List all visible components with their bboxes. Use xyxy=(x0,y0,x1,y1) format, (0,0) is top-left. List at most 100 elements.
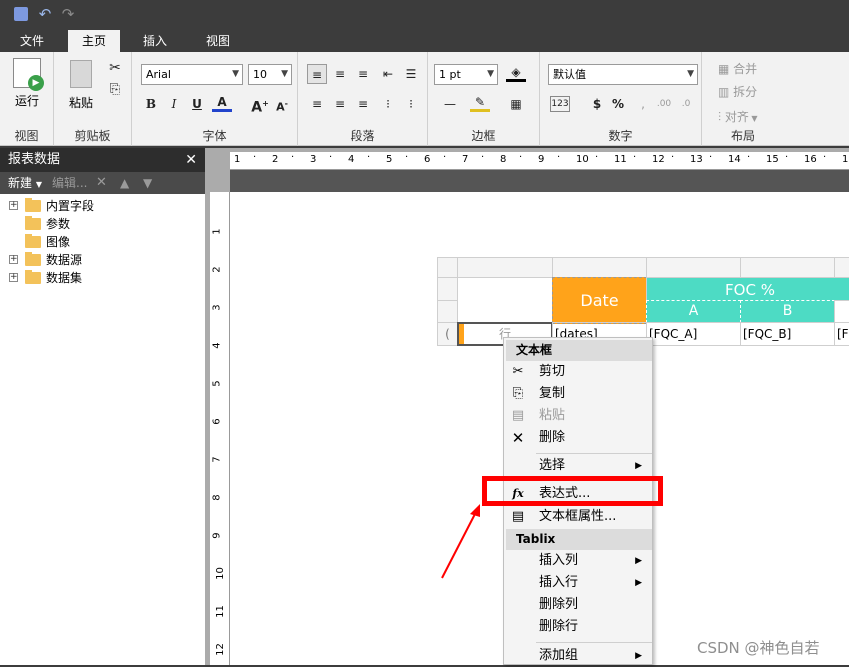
fqc-header-cell[interactable]: FOC % xyxy=(646,277,849,301)
increase-decimal-icon[interactable]: .00 xyxy=(654,94,674,114)
align-center-icon[interactable]: ≡ xyxy=(330,94,350,114)
ruler-number: 3 xyxy=(211,304,223,311)
border-width-select[interactable]: 1 pt ▼ xyxy=(434,64,498,85)
split-button[interactable]: ▥ 拆分 xyxy=(718,83,757,100)
expand-icon[interactable]: + xyxy=(9,273,18,282)
column-handle[interactable] xyxy=(834,257,849,278)
col-a-header-cell[interactable]: A xyxy=(646,300,741,323)
undo-icon[interactable]: ↶ xyxy=(37,6,53,22)
comma-icon[interactable]: , xyxy=(633,94,653,114)
menu-item-delete-row[interactable]: 删除行 xyxy=(504,616,652,638)
column-handle[interactable] xyxy=(457,257,553,278)
bullet-list-icon[interactable]: ⁝ xyxy=(378,94,398,114)
panel-toolbar: 新建 ▼ 编辑... ✕ ▲ ▼ xyxy=(0,172,205,194)
row-group-handle[interactable]: ( xyxy=(437,322,458,346)
align-top-icon[interactable]: ≡ xyxy=(307,64,327,84)
grow-font-icon[interactable]: A+ xyxy=(250,94,270,116)
bold-button[interactable]: B xyxy=(141,94,161,114)
shrink-font-icon[interactable]: A- xyxy=(272,94,292,114)
redo-icon[interactable]: ↷ xyxy=(60,6,76,22)
tab-insert[interactable]: 插入 xyxy=(131,30,179,52)
align-middle-icon[interactable]: ≡ xyxy=(330,64,350,84)
numbered-list-icon[interactable]: ⁝ xyxy=(401,94,421,114)
align-button[interactable]: ⫶ 对齐 ▼ xyxy=(718,108,758,125)
ruler-number: 10 xyxy=(576,154,589,165)
fill-color-icon[interactable]: ◈ xyxy=(506,64,526,82)
fqc-a-field-cell[interactable]: [FQC_A] xyxy=(646,322,741,346)
copy-icon: ⎘ xyxy=(512,386,524,401)
expand-icon[interactable]: + xyxy=(9,255,18,264)
menu-item-cut[interactable]: ✂ 剪切 xyxy=(504,361,652,383)
menu-item-copy[interactable]: ⎘ 复制 xyxy=(504,383,652,405)
menu-item-add-group[interactable]: 添加组 ▶ xyxy=(504,645,652,667)
align-left-icon[interactable]: ≡ xyxy=(307,94,327,114)
border-color-icon[interactable]: ✎ xyxy=(470,94,490,112)
row-handle[interactable] xyxy=(437,277,458,301)
tree-item-images[interactable]: 图像 xyxy=(0,233,205,251)
ruler-number: 9 xyxy=(538,154,545,165)
close-icon[interactable]: ✕ xyxy=(185,148,197,172)
borders-icon[interactable]: ▦ xyxy=(506,94,526,114)
move-up-icon[interactable]: ▲ xyxy=(120,172,129,194)
ruler-number: 7 xyxy=(211,456,223,463)
copy-icon[interactable]: ⎘ xyxy=(105,80,125,100)
tree-item-datasources[interactable]: + 数据源 xyxy=(0,251,205,269)
ruler-number: 11 xyxy=(214,605,226,618)
decrease-decimal-icon[interactable]: .0 xyxy=(676,94,696,114)
run-button[interactable]: ▶ 运行 xyxy=(6,58,48,114)
new-button[interactable]: 新建 ▼ xyxy=(8,172,42,196)
tab-home[interactable]: 主页 xyxy=(68,30,120,52)
menu-item-insert-row[interactable]: 插入行 ▶ xyxy=(504,572,652,594)
font-color-icon[interactable]: A xyxy=(212,94,232,112)
italic-button[interactable]: I xyxy=(164,94,184,114)
number-format-select[interactable]: 默认值 ▼ xyxy=(548,64,698,85)
ruler-number: 1 xyxy=(234,154,241,165)
paste-button[interactable]: 粘贴 xyxy=(64,60,98,116)
move-down-icon[interactable]: ▼ xyxy=(143,172,152,194)
percent-icon[interactable]: % xyxy=(608,94,628,114)
list-icon[interactable]: ☰ xyxy=(401,64,421,84)
cut-icon[interactable]: ✂ xyxy=(105,58,125,78)
tablix[interactable]: ( Date FOC % A B 行 [dates] [FQC_A] [FQC_… xyxy=(437,257,849,347)
save-icon[interactable] xyxy=(14,7,28,21)
menu-item-delete[interactable]: ✕ 删除 xyxy=(504,427,652,449)
group-clipboard: 粘贴 ✂ ⎘ 剪贴板 xyxy=(54,52,132,146)
fqc-b-field-cell[interactable]: [FQC_B] xyxy=(740,322,835,346)
placeholder-icon[interactable]: 123 xyxy=(550,96,570,112)
fqc-c-field-cell[interactable]: [F xyxy=(834,322,849,346)
column-handle[interactable] xyxy=(552,257,647,278)
align-bottom-icon[interactable]: ≡ xyxy=(353,64,373,84)
font-size-select[interactable]: 10 ▼ xyxy=(248,64,292,85)
tablix-corner-handle[interactable] xyxy=(437,257,458,278)
menu-item-textbox-properties[interactable]: ▤ 文本框属性... xyxy=(504,506,652,528)
ruler-number: 11 xyxy=(614,154,627,165)
merge-button[interactable]: ▦ 合并 xyxy=(718,60,757,77)
menu-item-insert-column[interactable]: 插入列 ▶ xyxy=(504,550,652,572)
expand-icon[interactable]: + xyxy=(9,201,18,210)
group-layout: ▦ 合并 ▥ 拆分 ⫶ 对齐 ▼ 布局 xyxy=(702,52,784,146)
menu-item-paste[interactable]: ▤ 粘贴 xyxy=(504,405,652,427)
row-handle[interactable] xyxy=(437,300,458,323)
decrease-indent-icon[interactable]: ⇤ xyxy=(378,64,398,84)
date-header-cell[interactable]: Date xyxy=(552,277,647,324)
currency-icon[interactable]: $ xyxy=(587,94,607,114)
tab-view[interactable]: 视图 xyxy=(194,30,242,52)
underline-button[interactable]: U xyxy=(187,94,207,114)
corner-cell[interactable] xyxy=(457,277,553,324)
border-style-icon[interactable]: — xyxy=(436,94,464,114)
group-label-clipboard: 剪贴板 xyxy=(74,129,111,143)
menu-item-delete-column[interactable]: 删除列 xyxy=(504,594,652,616)
font-name-select[interactable]: Arial ▼ xyxy=(141,64,243,85)
edit-button[interactable]: 编辑... xyxy=(52,172,87,194)
align-right-icon[interactable]: ≡ xyxy=(353,94,373,114)
column-handle[interactable] xyxy=(740,257,835,278)
menu-item-select[interactable]: 选择 ▶ xyxy=(504,455,652,477)
delete-icon[interactable]: ✕ xyxy=(96,172,107,194)
col-c-header-cell[interactable] xyxy=(834,300,849,323)
tree-item-parameters[interactable]: 参数 xyxy=(0,215,205,233)
tree-item-builtin-fields[interactable]: + 内置字段 xyxy=(0,197,205,215)
tab-file[interactable]: 文件 xyxy=(8,30,56,52)
tree-item-datasets[interactable]: + 数据集 xyxy=(0,269,205,287)
column-handle[interactable] xyxy=(646,257,741,278)
col-b-header-cell[interactable]: B xyxy=(740,300,835,323)
